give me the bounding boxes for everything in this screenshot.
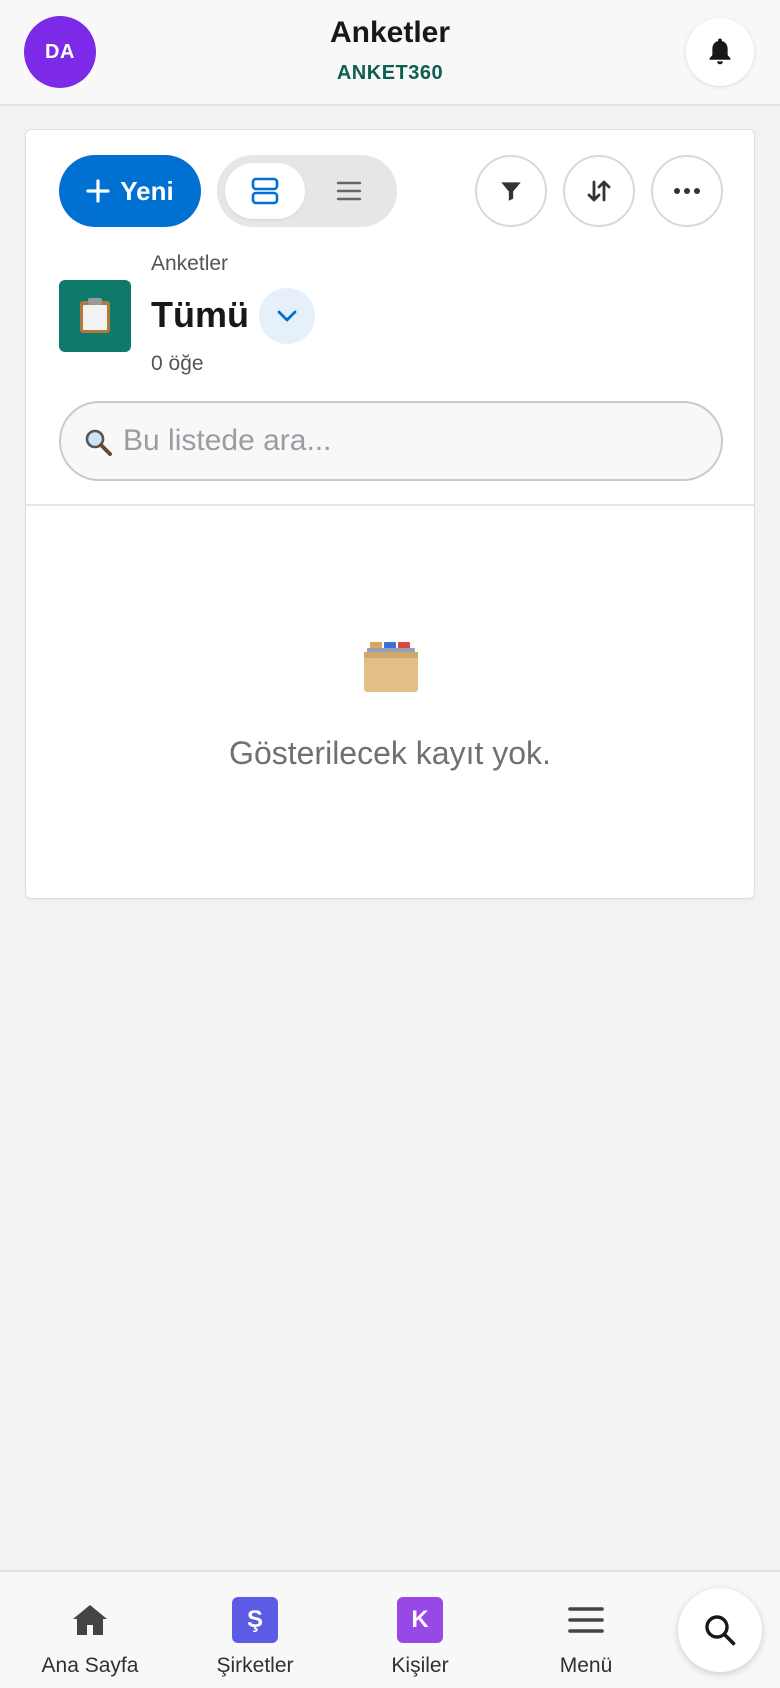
bottom-navigation: Ana Sayfa Ş Şirketler K Kişiler Menü	[0, 1570, 780, 1688]
home-icon	[66, 1596, 114, 1644]
list-view-button[interactable]	[309, 163, 389, 219]
nav-item-contacts[interactable]: K Kişiler	[345, 1572, 495, 1688]
new-record-button[interactable]: Yeni	[59, 155, 201, 227]
clipboard-icon	[80, 298, 110, 333]
list-search-box	[59, 401, 723, 481]
card-view-icon	[251, 177, 279, 205]
list-view-icon	[336, 181, 362, 201]
list-view-name: Tümü	[151, 294, 249, 335]
more-horizontal-icon	[674, 188, 700, 194]
list-breadcrumb: Anketler	[151, 252, 229, 275]
filter-button[interactable]	[475, 155, 547, 227]
chevron-down-icon	[277, 310, 297, 322]
item-count: 0 öğe	[151, 352, 204, 375]
nav-label-companies: Şirketler	[216, 1654, 294, 1677]
view-mode-toggle	[217, 155, 397, 227]
global-search-button[interactable]	[678, 1588, 762, 1672]
list-view-dropdown[interactable]	[259, 288, 315, 344]
filter-icon	[501, 182, 521, 201]
new-button-label: Yeni	[120, 175, 174, 206]
list-card: Yeni Anketler Tümü 0 öğe Bu listede ara.…	[25, 129, 755, 899]
nav-item-menu[interactable]: Menü	[511, 1572, 661, 1688]
card-divider	[26, 504, 754, 506]
search-icon	[705, 1615, 736, 1646]
top-header: DA Anketler ANKET360	[0, 0, 780, 106]
card-view-button[interactable]	[225, 163, 305, 219]
plus-icon	[86, 179, 110, 203]
list-search-input[interactable]	[123, 403, 703, 479]
sort-button[interactable]	[563, 155, 635, 227]
app-name: ANKET360	[336, 62, 444, 84]
magnifier-icon	[85, 429, 112, 456]
menu-icon	[562, 1596, 610, 1644]
card-file-box-icon	[364, 642, 418, 692]
page-title: Anketler	[329, 16, 451, 49]
companies-badge-icon: Ş	[232, 1597, 278, 1643]
list-object-icon	[59, 280, 131, 352]
more-actions-button[interactable]	[651, 155, 723, 227]
app-root: DA Anketler ANKET360 Yeni Anketler Tümü …	[0, 0, 780, 1688]
contacts-badge-icon: K	[397, 1597, 443, 1643]
nav-item-companies[interactable]: Ş Şirketler	[180, 1572, 330, 1688]
nav-label-home: Ana Sayfa	[41, 1654, 139, 1677]
empty-state-message: Gösterilecek kayıt yok.	[229, 735, 551, 771]
bell-icon	[709, 38, 731, 65]
nav-item-home[interactable]: Ana Sayfa	[15, 1572, 165, 1688]
sort-icon	[587, 180, 611, 202]
nav-label-menu: Menü	[559, 1654, 613, 1677]
nav-label-contacts: Kişiler	[391, 1654, 449, 1677]
notifications-button[interactable]	[686, 18, 754, 86]
